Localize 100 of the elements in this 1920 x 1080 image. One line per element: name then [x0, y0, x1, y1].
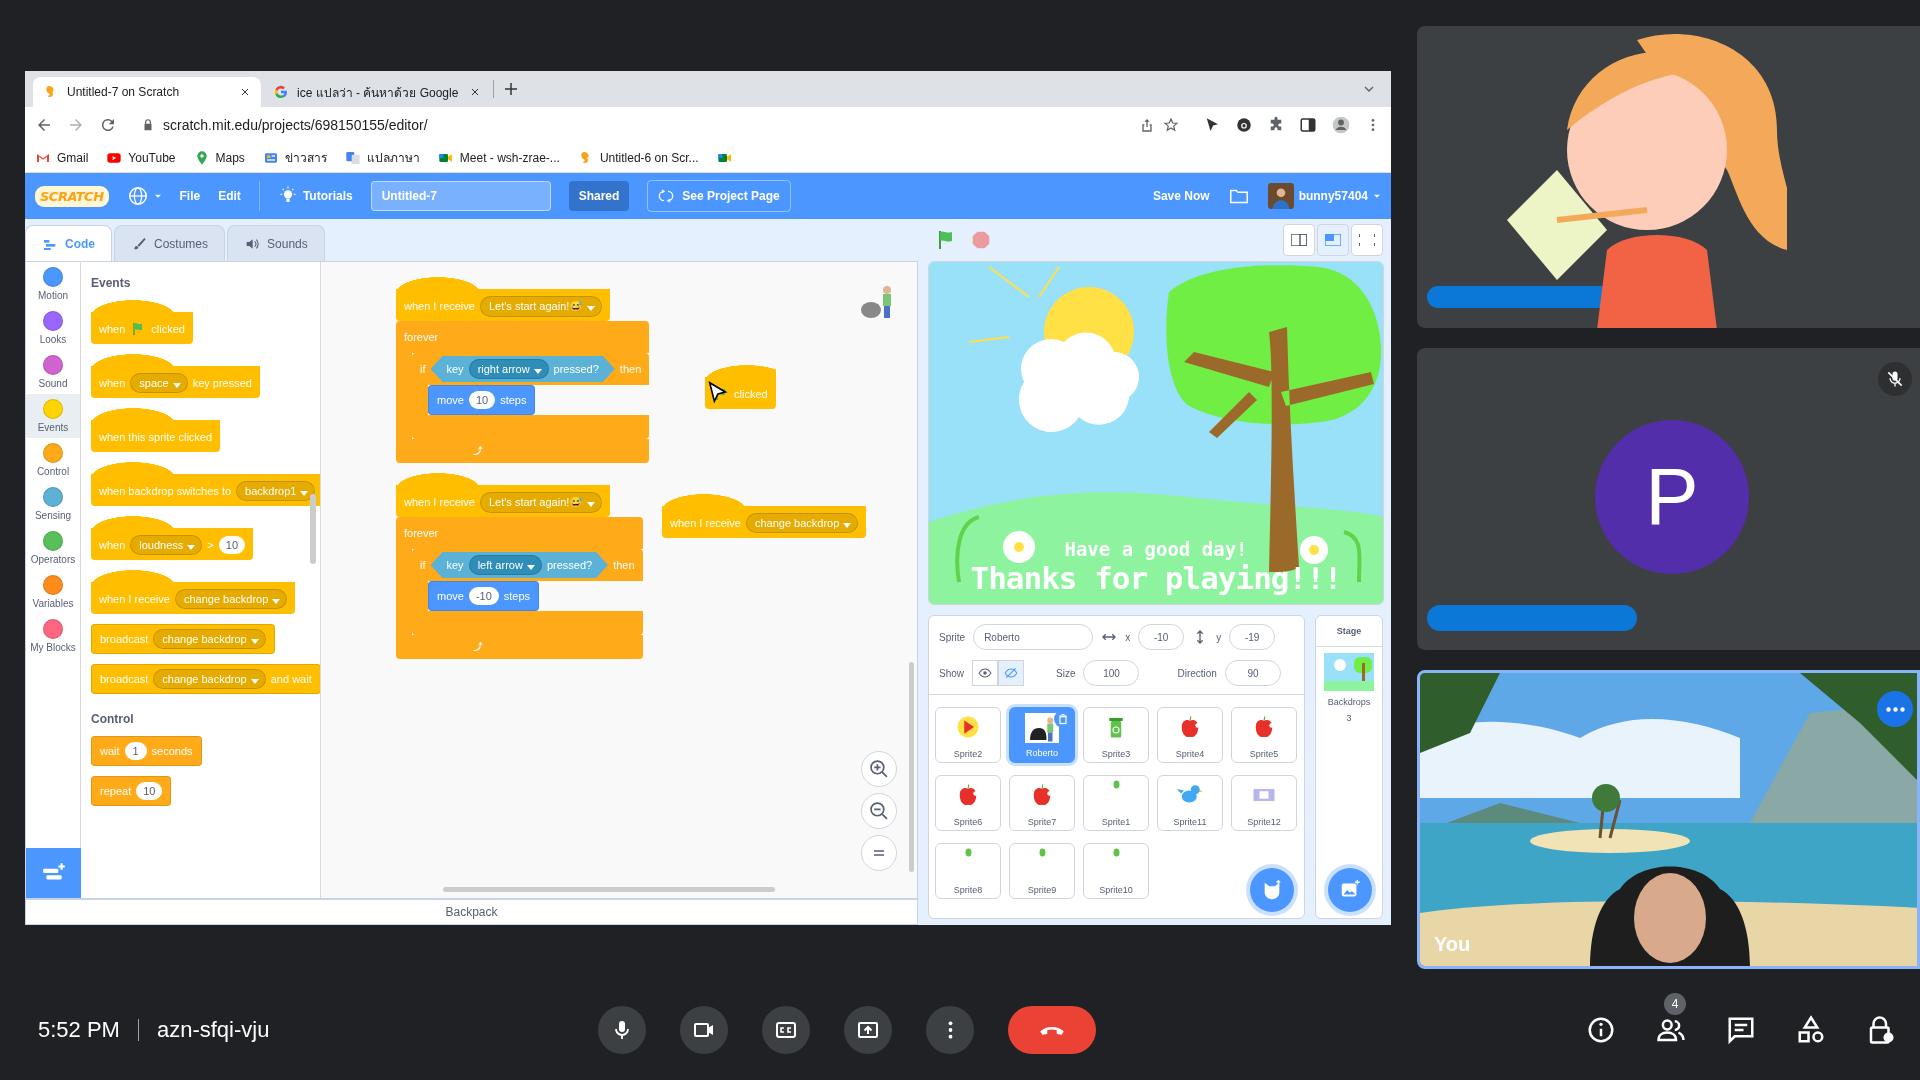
editor-tab[interactable]: Costumes — [114, 225, 226, 261]
number-input[interactable]: 1 — [124, 742, 147, 760]
caret-icon[interactable] — [153, 192, 162, 200]
stack-block[interactable]: move -10 steps — [428, 581, 540, 611]
sprite-tile[interactable]: Sprite6 — [935, 775, 1001, 831]
boolean-block[interactable]: key left arrow pressed? — [430, 552, 609, 578]
caret-icon[interactable] — [1373, 192, 1381, 200]
category-item[interactable]: Variables — [26, 570, 80, 614]
backpack-bar[interactable]: Backpack — [25, 899, 918, 925]
sprite-tile[interactable]: Sprite4 — [1157, 707, 1223, 763]
block-label: when — [99, 377, 126, 389]
number-input[interactable]: -10 — [468, 587, 499, 605]
sprite-tile[interactable]: Sprite8 — [935, 843, 1001, 899]
dropdown-input[interactable]: right arrow — [468, 359, 549, 379]
field-label: Direction — [1177, 667, 1217, 679]
address-bar[interactable]: scratch.mit.edu/projects/698150155/editor/ — [131, 111, 1189, 139]
browser-tab[interactable]: ice แปลว่า - ค้นหาด้วย Google — [263, 77, 491, 107]
close-icon[interactable] — [469, 86, 481, 98]
small-stage-button[interactable] — [1283, 224, 1315, 256]
new-tab-icon[interactable] — [502, 80, 520, 98]
category-item[interactable]: My Blocks — [26, 614, 80, 658]
number-input[interactable]: 10 — [218, 536, 246, 554]
block-label: pressed? — [546, 559, 593, 571]
zoom-reset-button[interactable] — [861, 835, 897, 871]
c-block[interactable]: forever if key right arrow pressed? then move 10 steps — [396, 321, 650, 463]
bookmark-link[interactable]: แปลภาษา — [366, 148, 420, 167]
participant-tile[interactable] — [1417, 26, 1920, 328]
c-block[interactable]: if key right arrow pressed? then move 10 steps — [412, 353, 650, 439]
block-label: forever — [404, 527, 439, 539]
stack-block[interactable]: move 10 steps — [428, 385, 536, 415]
c-block[interactable]: if key left arrow pressed? then move -10 steps — [412, 549, 643, 635]
browser-tab[interactable]: Untitled-7 on Scratch — [33, 77, 261, 107]
star-icon[interactable] — [1163, 117, 1179, 133]
sprite-tile[interactable]: Sprite1 — [1083, 775, 1149, 831]
mic-off-button[interactable] — [1878, 362, 1912, 396]
bookmark-link[interactable]: Untitled-6 on Scr... — [599, 150, 699, 165]
category-item[interactable]: Events — [26, 394, 80, 438]
sprite-tile[interactable]: Sprite3 — [1083, 707, 1149, 763]
boolean-block[interactable]: key right arrow pressed? — [430, 356, 615, 382]
c-block[interactable]: forever if key left arrow pressed? then move -10 steps — [396, 517, 643, 659]
backdrop-thumbnail-icon[interactable] — [1324, 653, 1374, 691]
stack-block[interactable]: repeat 10 — [91, 776, 172, 806]
hat-block[interactable]: when loudness > 10 — [91, 516, 254, 560]
number-input[interactable]: 10 — [136, 782, 163, 800]
dropdown-input[interactable]: left arrow — [468, 555, 542, 575]
info-icon[interactable] — [1586, 1015, 1616, 1045]
sprite-tile[interactable]: Sprite10 — [1083, 843, 1149, 899]
bookmark-link[interactable]: YouTube — [128, 150, 176, 165]
reload-icon[interactable] — [99, 116, 117, 134]
bookmark-link[interactable]: Meet - wsh-zrae-... — [459, 150, 560, 165]
globe-icon[interactable] — [126, 185, 149, 207]
number-input[interactable]: 10 — [468, 391, 496, 409]
editor-tab[interactable]: Sounds — [227, 225, 325, 261]
category-item[interactable]: Looks — [26, 306, 80, 350]
scrollbar[interactable] — [443, 887, 775, 892]
add-sprite-button[interactable] — [1250, 868, 1294, 912]
block-label: then — [619, 363, 642, 375]
side-panel-icon[interactable] — [1299, 116, 1317, 134]
sprite-tile[interactable]: Sprite12 — [1231, 775, 1297, 831]
show-button[interactable] — [972, 660, 998, 686]
sprite-tile[interactable]: Sprite5 — [1231, 707, 1297, 763]
add-backdrop-button[interactable] — [1328, 868, 1372, 912]
category-item[interactable]: Sound — [26, 350, 80, 394]
microphone-button[interactable] — [598, 1006, 646, 1054]
profile-icon[interactable] — [1331, 115, 1351, 135]
large-stage-button[interactable] — [1317, 224, 1349, 256]
share-icon[interactable] — [1139, 117, 1155, 133]
chat-icon[interactable] — [1726, 1015, 1756, 1045]
zoom-out-button[interactable] — [861, 793, 897, 829]
captions-button[interactable] — [762, 1006, 810, 1054]
stack-block[interactable]: wait 1 seconds — [91, 736, 202, 766]
bookmark-link[interactable]: ข่าวสาร — [284, 148, 327, 167]
narrow-stage-icon — [1291, 234, 1307, 246]
close-icon[interactable] — [239, 86, 251, 98]
bookmark-link[interactable]: Gmail — [57, 150, 89, 165]
block-label: when I receive — [404, 496, 475, 508]
category-item[interactable]: Motion — [26, 262, 80, 306]
participant-tile[interactable]: P — [1417, 348, 1920, 650]
scrollbar[interactable] — [909, 662, 914, 872]
present-button[interactable] — [844, 1006, 892, 1054]
squares-icon[interactable] — [344, 149, 361, 166]
sprite-tile[interactable]: Sprite7 — [1009, 775, 1075, 831]
sprite-tile[interactable]: Sprite11 — [1157, 775, 1223, 831]
camera-button[interactable] — [680, 1006, 728, 1054]
category-item[interactable]: Control — [26, 438, 80, 482]
zoom-in-button[interactable] — [861, 751, 897, 787]
sprite-tile[interactable]: Sprite2 — [935, 707, 1001, 763]
shared-button[interactable]: Shared — [568, 181, 630, 211]
bookmark-link[interactable]: Maps — [215, 150, 245, 165]
category-item[interactable]: Operators — [26, 526, 80, 570]
scrollbar[interactable] — [310, 494, 316, 564]
category-item[interactable]: Sensing — [26, 482, 80, 526]
avatar-icon[interactable] — [1267, 183, 1294, 209]
leave-call-button[interactable] — [1008, 1006, 1096, 1054]
sprite-tile[interactable]: Sprite9 — [1009, 843, 1075, 899]
add-extension-button[interactable] — [26, 848, 81, 898]
field-label: y — [1216, 631, 1222, 643]
shapes-icon[interactable] — [1796, 1015, 1826, 1045]
eye-icon — [978, 666, 992, 680]
round-extension-icon[interactable] — [1235, 116, 1253, 134]
